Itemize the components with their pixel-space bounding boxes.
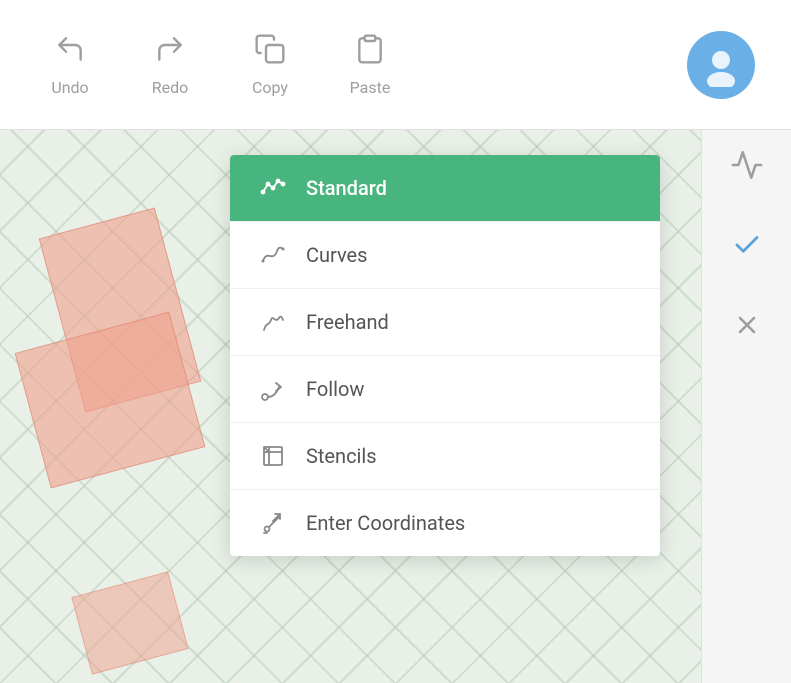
redo-label: Redo — [152, 78, 189, 97]
freehand-label: Freehand — [306, 310, 389, 334]
copy-label: Copy — [252, 78, 288, 97]
dropdown-item-curves[interactable]: Curves — [230, 222, 660, 289]
follow-label: Follow — [306, 377, 364, 401]
user-avatar[interactable] — [687, 31, 755, 99]
dropdown-item-enter-coordinates[interactable]: Enter Coordinates — [230, 490, 660, 556]
toolbar: Undo Redo Copy Paste — [0, 0, 791, 130]
undo-label: Undo — [51, 78, 88, 97]
undo-icon — [54, 33, 86, 70]
curves-icon — [258, 240, 288, 270]
undo-button[interactable]: Undo — [20, 33, 120, 97]
curves-label: Curves — [306, 243, 367, 267]
cancel-button[interactable] — [722, 300, 772, 350]
dropdown-item-freehand[interactable]: Freehand — [230, 289, 660, 356]
redo-button[interactable]: Redo — [120, 33, 220, 97]
dropdown-item-standard[interactable]: Standard — [230, 155, 660, 222]
map-building-3 — [71, 571, 188, 674]
confirm-button[interactable] — [722, 220, 772, 270]
paste-label: Paste — [350, 78, 391, 97]
freehand-icon — [258, 307, 288, 337]
paste-icon — [354, 33, 386, 70]
follow-icon — [258, 374, 288, 404]
dropdown-item-follow[interactable]: Follow — [230, 356, 660, 423]
drawing-mode-dropdown: Standard Curves Freehand — [230, 155, 660, 556]
copy-icon — [254, 33, 286, 70]
redo-icon — [154, 33, 186, 70]
enter-coordinates-label: Enter Coordinates — [306, 511, 465, 535]
right-panel — [701, 130, 791, 683]
standard-icon — [258, 173, 288, 203]
enter-coordinates-icon — [258, 508, 288, 538]
standard-label: Standard — [306, 176, 387, 200]
line-chart-tool-button[interactable] — [722, 140, 772, 190]
stencils-label: Stencils — [306, 444, 377, 468]
paste-button[interactable]: Paste — [320, 33, 420, 97]
stencils-icon — [258, 441, 288, 471]
copy-button[interactable]: Copy — [220, 33, 320, 97]
dropdown-item-stencils[interactable]: Stencils — [230, 423, 660, 490]
